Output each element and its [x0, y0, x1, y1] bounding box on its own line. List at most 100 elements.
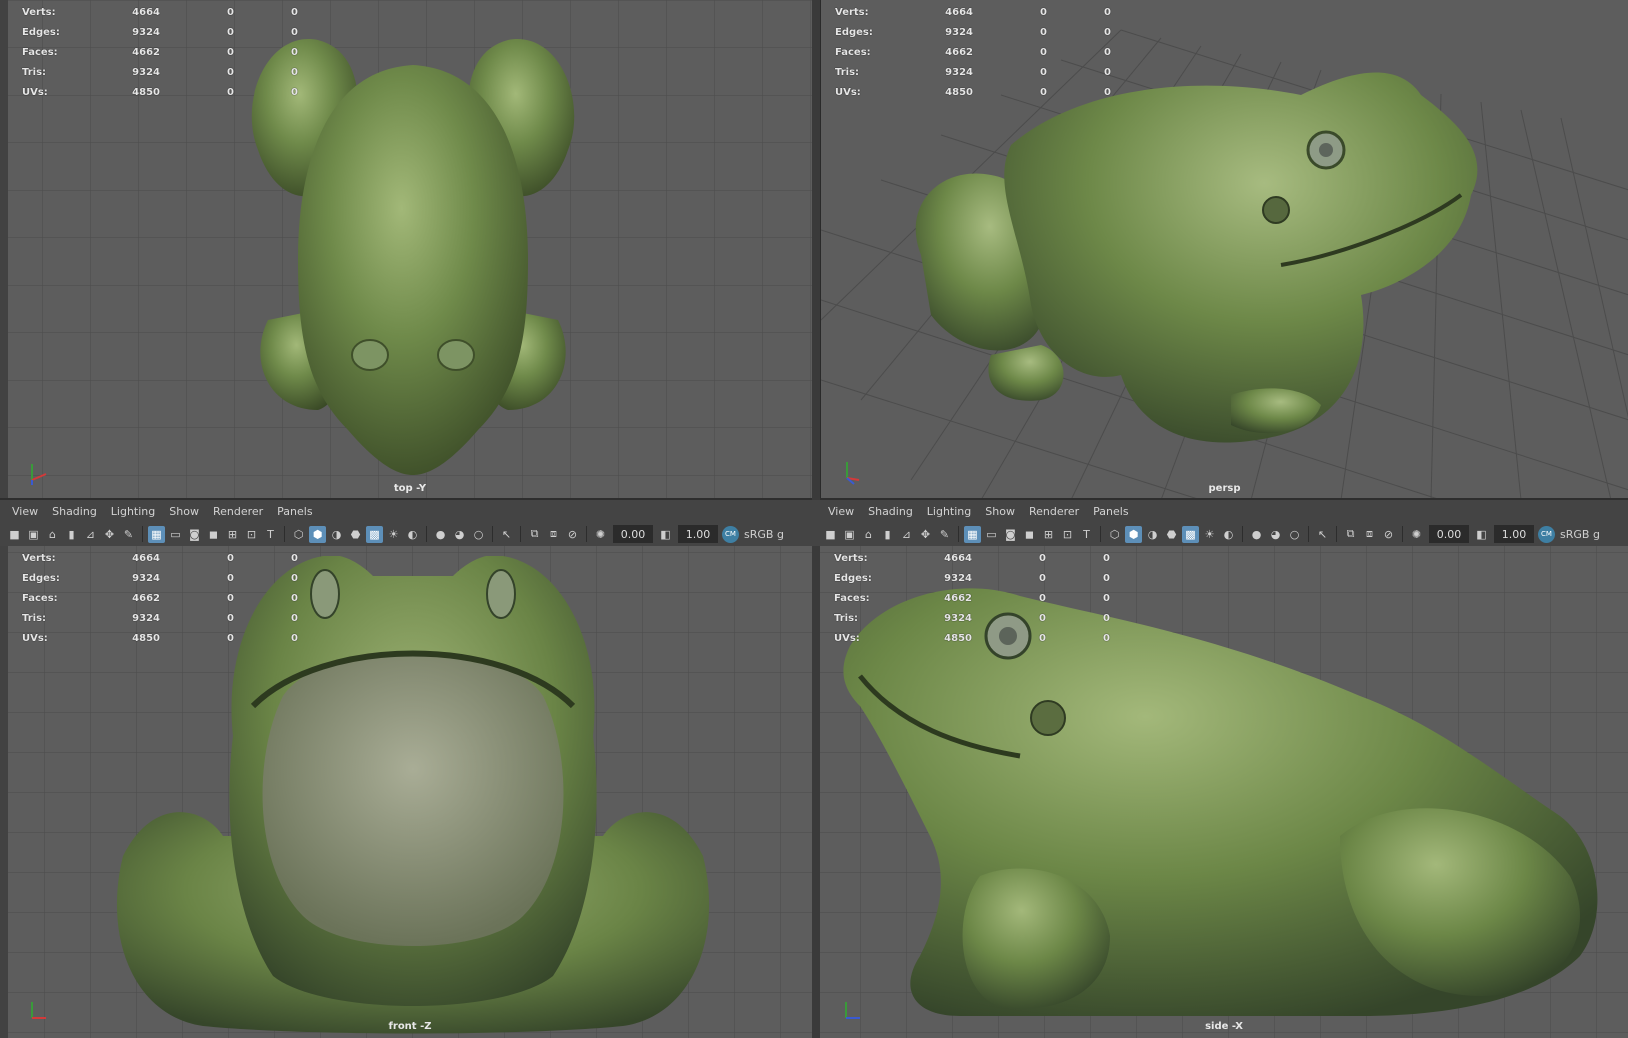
textured-icon[interactable]: ⬣: [347, 526, 364, 543]
safe-action-icon[interactable]: ⊡: [1059, 526, 1076, 543]
color-management-icon[interactable]: CM: [722, 525, 739, 543]
xray-active-icon[interactable]: ⧈: [1361, 526, 1378, 543]
menu-show[interactable]: Show: [985, 505, 1015, 518]
gate-mask-icon[interactable]: ◼: [205, 526, 222, 543]
field-chart-icon[interactable]: ⊞: [1040, 526, 1057, 543]
panel-menu-front: View Shading Lighting Show Renderer Pane…: [0, 500, 816, 522]
pencil-icon[interactable]: ✎: [936, 526, 953, 543]
menu-renderer[interactable]: Renderer: [213, 505, 263, 518]
gamma-icon[interactable]: ◧: [657, 526, 674, 543]
menu-panels[interactable]: Panels: [1093, 505, 1128, 518]
safe-action-icon[interactable]: ⊡: [243, 526, 260, 543]
menu-view[interactable]: View: [12, 505, 38, 518]
bookmark-icon[interactable]: ⌂: [860, 526, 877, 543]
exposure-icon[interactable]: ✺: [592, 526, 609, 543]
textured-icon[interactable]: ⬣: [1163, 526, 1180, 543]
shadows-icon[interactable]: ◐: [1220, 526, 1237, 543]
color-space-select[interactable]: sRGB g: [1560, 528, 1600, 541]
poly-count-hud-side: Verts: 4664 0 0 Edges: 9324 0 0 Faces: 4662 0 0 T…: [834, 548, 1110, 648]
xray-icon[interactable]: ▩: [366, 525, 383, 543]
gamma-field[interactable]: 1.00: [678, 525, 718, 543]
anti-alias-icon[interactable]: ○: [1286, 526, 1303, 543]
lighting-icon[interactable]: ☀: [385, 526, 402, 543]
backface-icon[interactable]: ⊘: [564, 526, 581, 543]
field-chart-icon[interactable]: ⊞: [224, 526, 241, 543]
camera-label-front: front -Z: [388, 1021, 432, 1032]
menu-renderer[interactable]: Renderer: [1029, 505, 1079, 518]
menu-lighting[interactable]: Lighting: [111, 505, 155, 518]
image-plane-icon[interactable]: ▮: [63, 526, 80, 543]
frog-model-persp-view[interactable]: [901, 55, 1521, 475]
hud-row-verts: Verts: 4664 0 0: [835, 6, 1111, 18]
camera-icon[interactable]: ■: [6, 526, 23, 543]
menu-view[interactable]: View: [828, 505, 854, 518]
shadows-icon[interactable]: ◐: [404, 526, 421, 543]
pivot-icon[interactable]: ✥: [101, 526, 118, 543]
menu-show[interactable]: Show: [169, 505, 199, 518]
wireframe-icon[interactable]: ⬡: [290, 526, 307, 543]
camera-icon[interactable]: ■: [822, 526, 839, 543]
ambient-occlusion-icon[interactable]: ●: [432, 526, 449, 543]
grid-icon[interactable]: ▦: [964, 525, 981, 543]
camera-attributes-icon[interactable]: ▣: [841, 526, 858, 543]
safe-title-icon[interactable]: T: [262, 526, 279, 543]
grid-icon[interactable]: ▦: [148, 525, 165, 543]
gamma-icon[interactable]: ◧: [1473, 526, 1490, 543]
bookmark-icon[interactable]: ⌂: [44, 526, 61, 543]
exposure-field[interactable]: 0.00: [613, 525, 653, 543]
menu-shading[interactable]: Shading: [868, 505, 913, 518]
hud-row-faces: Faces: 4662 0 0: [834, 592, 1110, 604]
isolate-icon[interactable]: ↖: [498, 526, 515, 543]
wireframe-icon[interactable]: ⬡: [1106, 526, 1123, 543]
image-plane-icon[interactable]: ▮: [879, 526, 896, 543]
anti-alias-icon[interactable]: ○: [470, 526, 487, 543]
pivot-icon[interactable]: ✥: [917, 526, 934, 543]
safe-title-icon[interactable]: T: [1078, 526, 1095, 543]
panel-bar-front: View Shading Lighting Show Renderer Pane…: [0, 500, 816, 546]
viewport-persp[interactable]: Verts: 4664 0 0 Edges: 9324 0 0 Faces: 4662 0 0 T…: [820, 0, 1628, 500]
xray-joints-icon[interactable]: ⧉: [1342, 526, 1359, 543]
camera-attributes-icon[interactable]: ▣: [25, 526, 42, 543]
hud-row-edges: Edges: 9324 0 0: [22, 26, 298, 38]
panel-menu-side: View Shading Lighting Show Renderer Pane…: [816, 500, 1628, 522]
hud-row-faces: Faces: 4662 0 0: [835, 46, 1111, 58]
xray-joints-icon[interactable]: ⧉: [526, 526, 543, 543]
exposure-icon[interactable]: ✺: [1408, 526, 1425, 543]
image-plane-icon[interactable]: ⊿: [82, 526, 99, 543]
hud-row-faces: Faces: 4662 0 0: [22, 46, 298, 58]
gate-mask-icon[interactable]: ◼: [1021, 526, 1038, 543]
hud-row-uvs: UVs: 4850 0 0: [22, 632, 298, 644]
exposure-field[interactable]: 0.00: [1429, 525, 1469, 543]
image-plane-icon[interactable]: ⊿: [898, 526, 915, 543]
smooth-shade-icon[interactable]: ⬢: [309, 525, 326, 543]
xray-active-icon[interactable]: ⧈: [545, 526, 562, 543]
viewport-front[interactable]: Verts: 4664 0 0 Edges: 9324 0 0 Faces: 4662 0 0 T…: [8, 546, 812, 1038]
menu-lighting[interactable]: Lighting: [927, 505, 971, 518]
resolution-gate-icon[interactable]: ◙: [1002, 526, 1019, 543]
axis-gizmo-front: [31, 1002, 46, 1019]
film-gate-icon[interactable]: ▭: [983, 526, 1000, 543]
wireframe-on-shaded-icon[interactable]: ◑: [1144, 526, 1161, 543]
gamma-field[interactable]: 1.00: [1494, 525, 1534, 543]
color-space-select[interactable]: sRGB g: [744, 528, 784, 541]
pencil-icon[interactable]: ✎: [120, 526, 137, 543]
isolate-icon[interactable]: ↖: [1314, 526, 1331, 543]
menu-shading[interactable]: Shading: [52, 505, 97, 518]
film-gate-icon[interactable]: ▭: [167, 526, 184, 543]
xray-icon[interactable]: ▩: [1182, 525, 1199, 543]
resolution-gate-icon[interactable]: ◙: [186, 526, 203, 543]
lighting-icon[interactable]: ☀: [1201, 526, 1218, 543]
motion-blur-icon[interactable]: ◕: [1267, 526, 1284, 543]
hud-row-tris: Tris: 9324 0 0: [22, 66, 298, 78]
hud-row-verts: Verts: 4664 0 0: [22, 552, 298, 564]
motion-blur-icon[interactable]: ◕: [451, 526, 468, 543]
wireframe-on-shaded-icon[interactable]: ◑: [328, 526, 345, 543]
menu-panels[interactable]: Panels: [277, 505, 312, 518]
ambient-occlusion-icon[interactable]: ●: [1248, 526, 1265, 543]
color-management-icon[interactable]: CM: [1538, 525, 1555, 543]
smooth-shade-icon[interactable]: ⬢: [1125, 525, 1142, 543]
viewport-side[interactable]: Verts: 4664 0 0 Edges: 9324 0 0 Faces: 4662 0 0 T…: [820, 546, 1628, 1038]
viewport-top[interactable]: Verts: 4664 0 0 Edges: 9324 0 0 Faces: 4662 0 0 T…: [8, 0, 812, 500]
backface-icon[interactable]: ⊘: [1380, 526, 1397, 543]
hud-row-uvs: UVs: 4850 0 0: [834, 632, 1110, 644]
